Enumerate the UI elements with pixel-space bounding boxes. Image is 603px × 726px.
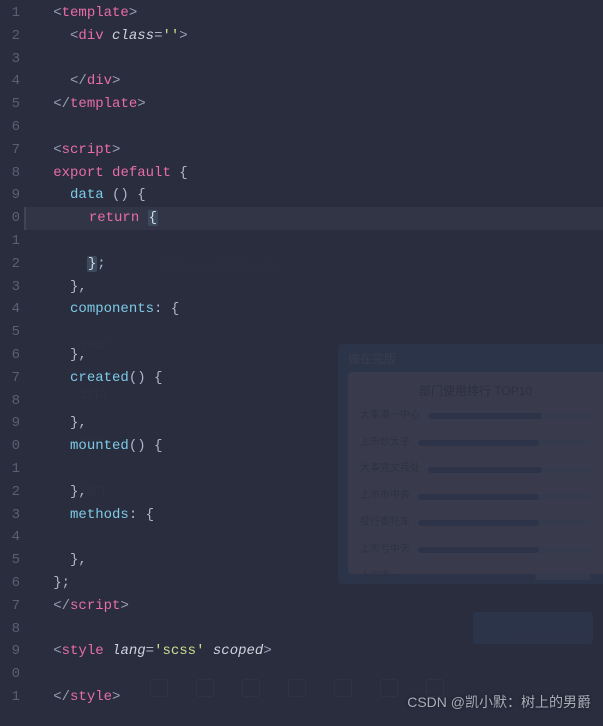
line-number: 3 [0, 504, 20, 527]
code-line[interactable]: mounted() { [28, 435, 603, 458]
line-number: 0 [0, 435, 20, 458]
line-number: 4 [0, 70, 20, 93]
line-number: 1 [0, 686, 20, 709]
code-line[interactable] [28, 618, 603, 641]
line-number: 5 [0, 93, 20, 116]
code-line[interactable]: return { [24, 207, 603, 230]
code-line[interactable] [28, 116, 603, 139]
code-line[interactable] [28, 230, 603, 253]
code-line[interactable]: </style> [28, 686, 603, 709]
code-line[interactable]: <script> [28, 139, 603, 162]
code-line[interactable]: }, [28, 549, 603, 572]
code-line[interactable]: components: { [28, 298, 603, 321]
line-number: 7 [0, 367, 20, 390]
line-number: 6 [0, 344, 20, 367]
code-line[interactable] [28, 321, 603, 344]
code-line[interactable]: <div class=''> [28, 25, 603, 48]
code-line[interactable] [28, 526, 603, 549]
code-line[interactable] [28, 390, 603, 413]
code-line[interactable]: }, [28, 412, 603, 435]
code-line[interactable] [28, 48, 603, 71]
line-number: 9 [0, 640, 20, 663]
code-line[interactable]: }; [28, 572, 603, 595]
line-number: 8 [0, 162, 20, 185]
code-area[interactable]: <template> <div class=''> </div> </templ… [28, 0, 603, 726]
code-line[interactable]: }, [28, 344, 603, 367]
code-line[interactable] [28, 663, 603, 686]
line-number: 6 [0, 116, 20, 139]
line-number: 4 [0, 526, 20, 549]
code-line[interactable]: <style lang='scss' scoped> [28, 640, 603, 663]
line-number: 9 [0, 412, 20, 435]
line-number: 2 [0, 481, 20, 504]
code-line[interactable]: </div> [28, 70, 603, 93]
code-editor[interactable]: 1234567890123456789012345678901 <templat… [0, 0, 603, 726]
code-line[interactable] [28, 458, 603, 481]
line-number: 1 [0, 230, 20, 253]
line-number: 3 [0, 276, 20, 299]
line-number: 5 [0, 321, 20, 344]
line-number: 5 [0, 549, 20, 572]
line-number: 0 [0, 207, 20, 230]
code-line[interactable]: data () { [28, 184, 603, 207]
line-number: 2 [0, 25, 20, 48]
line-number: 8 [0, 618, 20, 641]
code-line[interactable]: created() { [28, 367, 603, 390]
line-number: 4 [0, 298, 20, 321]
line-number: 1 [0, 2, 20, 25]
line-number-gutter: 1234567890123456789012345678901 [0, 0, 28, 726]
line-number: 6 [0, 572, 20, 595]
line-number: 3 [0, 48, 20, 71]
code-line[interactable]: methods: { [28, 504, 603, 527]
line-number: 7 [0, 139, 20, 162]
line-number: 2 [0, 253, 20, 276]
code-line[interactable]: }; [28, 253, 603, 276]
code-line[interactable]: export default { [28, 162, 603, 185]
line-number: 7 [0, 595, 20, 618]
line-number: 8 [0, 390, 20, 413]
code-line[interactable]: </template> [28, 93, 603, 116]
line-number: 0 [0, 663, 20, 686]
code-line[interactable]: <template> [28, 2, 603, 25]
code-line[interactable]: }, [28, 481, 603, 504]
line-number: 9 [0, 184, 20, 207]
line-number: 1 [0, 458, 20, 481]
code-line[interactable]: </script> [28, 595, 603, 618]
code-line[interactable]: }, [28, 276, 603, 299]
